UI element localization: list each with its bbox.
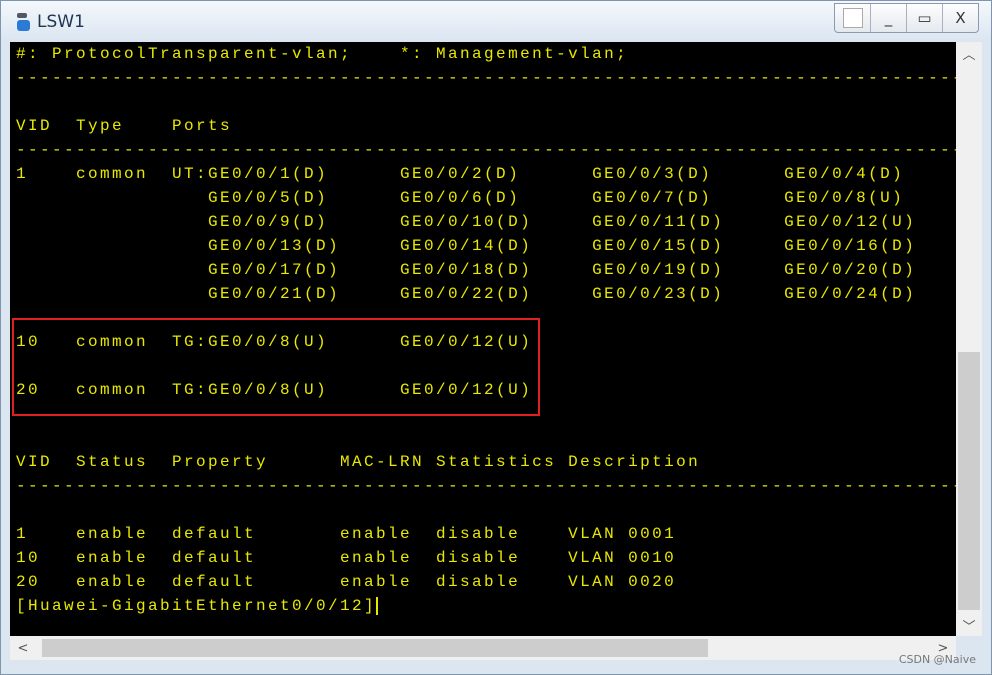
close-button[interactable]: X [942,4,978,32]
terminal-line: GE0/0/21(D) GE0/0/22(D) GE0/0/23(D) GE0/… [208,285,917,303]
terminal-line: #: ProtocolTransparent-vlan; *: Manageme… [16,45,629,63]
terminal-line: GE0/0/9(D) GE0/0/10(D) GE0/0/11(D) GE0/0… [208,213,917,231]
vertical-scroll-thumb[interactable] [958,352,980,610]
vertical-scrollbar[interactable]: ︿ ﹀ [956,42,982,636]
terminal-line: ----------------------------------------… [16,141,956,159]
terminal-line: ----------------------------------------… [16,477,956,495]
terminal-output[interactable]: #: ProtocolTransparent-vlan; *: Manageme… [10,42,956,636]
terminal-line: VID Status Property MAC-LRN Statistics D… [16,453,701,471]
window-controls: _ ▭ X [834,3,979,33]
title-bar: LSW1 [15,9,85,35]
terminal-line: GE0/0/17(D) GE0/0/18(D) GE0/0/19(D) GE0/… [208,261,917,279]
window-title: LSW1 [37,12,85,32]
terminal-line: ----------------------------------------… [16,69,956,87]
text-cursor [376,596,379,615]
minimize-button[interactable]: _ [870,4,906,32]
terminal-line: 10 enable default enable disable VLAN 00… [16,549,677,567]
maximize-button[interactable]: ▭ [906,4,942,32]
scroll-left-icon[interactable]: < [10,637,36,659]
command-prompt: [Huawei-GigabitEthernet0/0/12] [16,597,377,615]
scroll-up-icon[interactable]: ︿ [956,42,982,64]
switch-logo-icon [15,11,33,33]
horizontal-scrollbar[interactable]: < > [10,636,956,660]
horizontal-scroll-thumb[interactable] [42,639,708,657]
terminal-line: 1 enable default enable disable VLAN 000… [16,525,677,543]
terminal-line: 20 enable default enable disable VLAN 00… [16,573,677,591]
restore-box-button[interactable] [835,4,870,32]
terminal-line: GE0/0/13(D) GE0/0/14(D) GE0/0/15(D) GE0/… [208,237,917,255]
terminal-line: GE0/0/5(D) GE0/0/6(D) GE0/0/7(D) GE0/0/8… [208,189,905,207]
terminal-line: 1 common UT:GE0/0/1(D) GE0/0/2(D) GE0/0/… [16,165,905,183]
watermark: CSDN @Naive [898,653,976,666]
highlight-box [12,318,540,416]
restore-box-icon [842,8,863,28]
scroll-down-icon[interactable]: ﹀ [956,614,982,636]
terminal-line: VID Type Ports [16,117,233,135]
